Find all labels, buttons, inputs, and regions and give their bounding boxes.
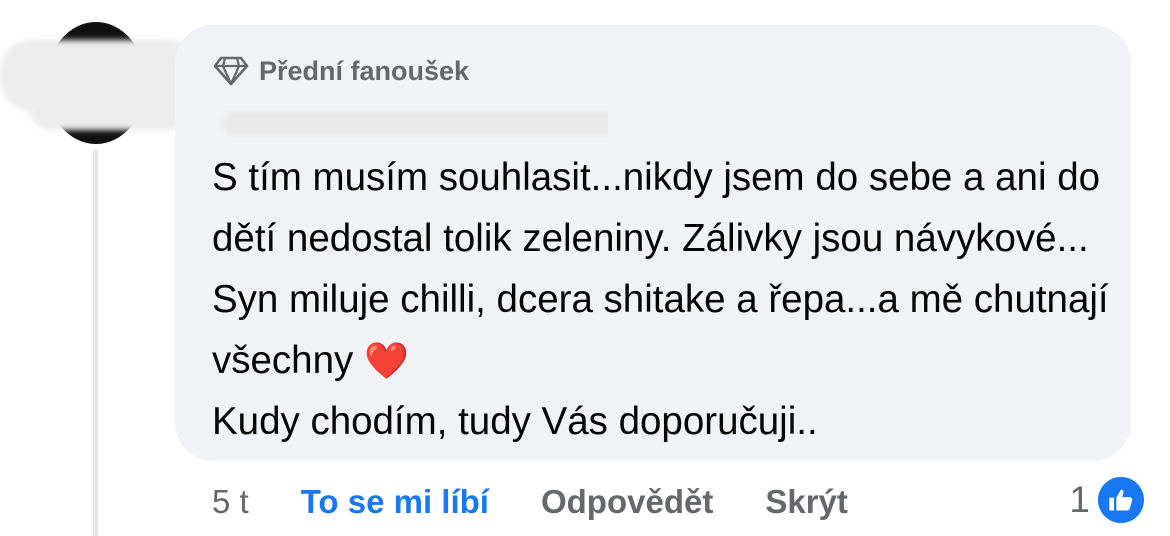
like-button[interactable]: To se mi líbí xyxy=(301,483,489,521)
comment-text: S tím musím souhlasit...nikdy jsem do se… xyxy=(212,147,1112,452)
comment-bubble: Přední fanoušek S tím musím souhlasit...… xyxy=(175,25,1131,461)
top-fan-badge: Přední fanoušek xyxy=(213,55,469,87)
thread-line xyxy=(93,150,98,536)
comment-actions: 5 t To se mi líbí Odpovědět Skrýt xyxy=(212,477,900,527)
comment-author[interactable] xyxy=(213,111,608,137)
timestamp[interactable]: 5 t xyxy=(212,483,249,521)
diamond-icon xyxy=(213,56,249,86)
hide-button[interactable]: Skrýt xyxy=(765,483,848,521)
reply-button[interactable]: Odpovědět xyxy=(541,483,713,521)
heart-emoji: ❤️ xyxy=(363,340,409,381)
reactions-summary[interactable]: 1 xyxy=(1069,475,1146,525)
comment-body: S tím musím souhlasit...nikdy jsem do se… xyxy=(212,156,1109,382)
comment-body-end: Kudy chodím, tudy Vás doporučuji.. xyxy=(212,400,818,443)
reaction-count: 1 xyxy=(1069,479,1090,520)
badge-label: Přední fanoušek xyxy=(259,55,470,86)
thumbs-up-icon xyxy=(1096,475,1146,525)
author-redaction xyxy=(223,111,608,135)
